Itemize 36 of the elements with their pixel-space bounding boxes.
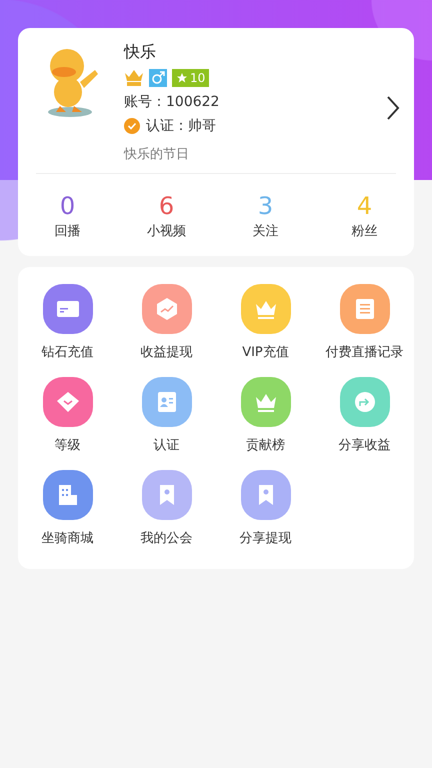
menu-label[interactable]: 钻石充值: [42, 343, 94, 361]
menu-icon[interactable]: [240, 284, 290, 334]
menu-label[interactable]: 我的公会: [140, 529, 192, 547]
menu-label[interactable]: VIP充值: [242, 343, 289, 361]
menu-icon[interactable]: [42, 377, 92, 427]
menu-label[interactable]: 认证: [154, 436, 180, 454]
account-number: 账号：100622: [124, 93, 220, 111]
menu-label[interactable]: 付费直播记录: [326, 343, 404, 361]
stat-count[interactable]: 0: [60, 192, 76, 220]
verification-text: 认证：帅哥: [146, 117, 216, 135]
menu-label[interactable]: 等级: [54, 436, 80, 454]
menu-label[interactable]: 收益提现: [140, 343, 192, 361]
menu-icon[interactable]: [42, 284, 92, 334]
chevron-right-icon[interactable]: [386, 94, 400, 120]
menu-label[interactable]: 分享提现: [240, 529, 292, 547]
signature: 快乐的节日: [124, 146, 190, 163]
stat-label[interactable]: 粉丝: [352, 222, 378, 240]
male-icon: [149, 69, 167, 87]
menu-label[interactable]: 坐骑商城: [42, 529, 94, 547]
menu-icon[interactable]: [142, 377, 192, 427]
menu-icon[interactable]: [340, 377, 390, 427]
menu-icon[interactable]: [42, 470, 92, 520]
menu-icon[interactable]: [240, 377, 290, 427]
vip-crown-icon: [124, 69, 144, 87]
gem-icon: [54, 389, 80, 415]
stat-label[interactable]: 小视频: [147, 222, 186, 240]
menu-label[interactable]: 分享收益: [338, 436, 390, 454]
menu-icon[interactable]: [340, 284, 390, 334]
level-badge: 10: [172, 69, 210, 87]
user-name: 快乐: [124, 42, 157, 63]
menu-icon[interactable]: [142, 470, 192, 520]
menu-icon[interactable]: [142, 284, 192, 334]
stat-label[interactable]: 回播: [54, 222, 80, 240]
stat-label[interactable]: 关注: [252, 222, 278, 240]
menu-label[interactable]: 贡献榜: [246, 436, 285, 454]
menu-icon[interactable]: [240, 470, 290, 520]
